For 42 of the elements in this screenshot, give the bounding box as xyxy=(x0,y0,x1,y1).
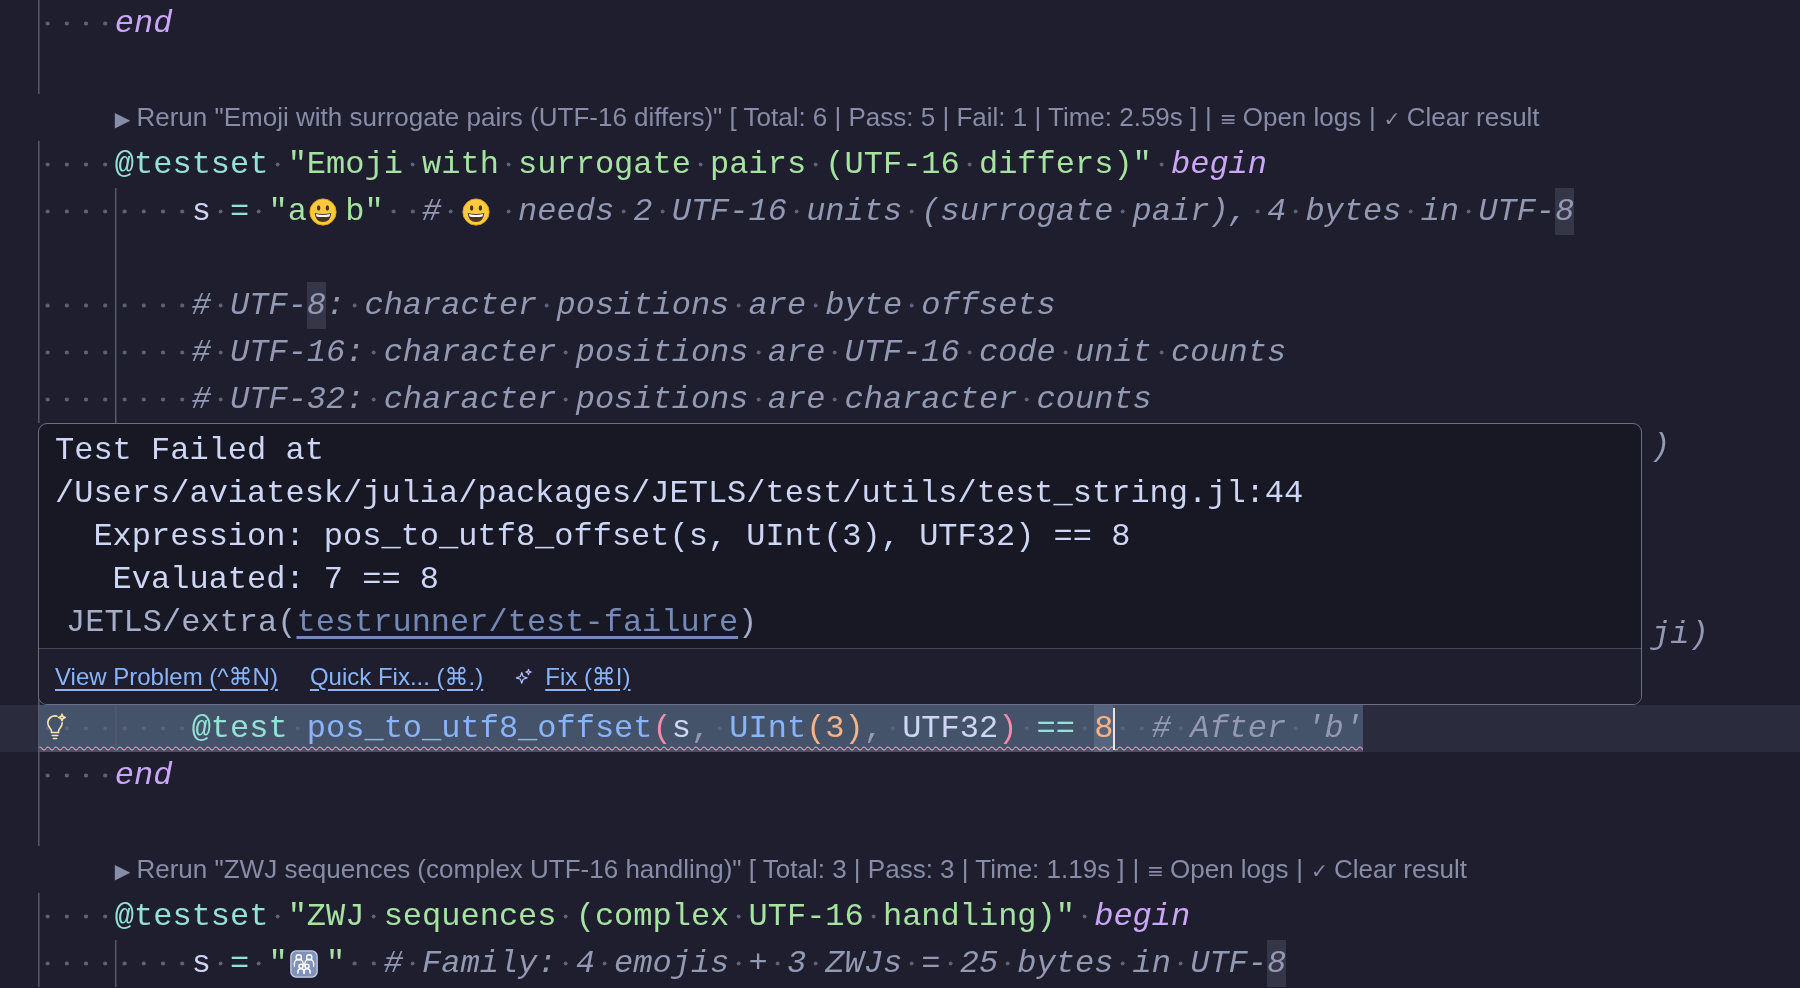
code-line: ) xyxy=(1651,427,1671,467)
codelens-link[interactable]: ≡ Open logs xyxy=(1219,102,1362,133)
match-highlight: 8 xyxy=(306,282,327,329)
codelens-link[interactable]: ≡ Open logs xyxy=(1146,854,1289,885)
codelens-link[interactable]: ✓ Clear result xyxy=(1310,854,1467,885)
action-link[interactable]: Fix (⌘I) xyxy=(515,662,631,691)
code-text: needs 2 UTF-16 units (surrogate pair), 4 bytes in UTF- xyxy=(498,188,1556,235)
diagnostic-source: JETLS/extra(testrunner/test-failure) xyxy=(66,603,758,643)
lens-separator: | xyxy=(1132,854,1140,885)
code-line: end xyxy=(114,756,173,796)
error-message: Test Failed at /Users/aviatesk/julia/packages/JETLS/test/utils/test_string.jl:44 Expression: pos_to_utf8_offset(s, UInt(3), UTF32) == 8 Evaluated: 7 == 8 xyxy=(55,431,1304,600)
action-link[interactable]: View Problem (^⌘N) xyxy=(55,662,278,691)
family-icon xyxy=(289,949,318,978)
codelens-link[interactable]: ▶ Rerun "ZWJ sequences (complex UTF-16 handling)" [ Total: 3 | Pass: 3 | Time: 1.19s ] xyxy=(114,854,1125,885)
match-highlight: 8 xyxy=(1267,940,1287,987)
codelens-link[interactable]: ✓ Clear result xyxy=(1383,102,1540,133)
code-text: @test pos_to_utf8_offset(s, UInt(3), UTF32) == xyxy=(191,705,1095,752)
code-line: # UTF-32: character positions are character counts xyxy=(191,380,1152,420)
rule-link[interactable]: testrunner/test-failure xyxy=(296,604,739,641)
action-link[interactable]: Quick Fix... (⌘.) xyxy=(309,662,484,691)
match-highlight: 8 xyxy=(1555,188,1575,235)
smiley-icon xyxy=(462,197,491,226)
code-line: end xyxy=(114,4,173,44)
smiley-icon xyxy=(308,197,337,226)
code-text: s = "a xyxy=(191,192,307,232)
text-cursor xyxy=(1113,707,1116,750)
match-highlight: 8 xyxy=(1094,705,1114,752)
code-line: @testset "ZWJ sequences (complex UTF-16 handling)" begin xyxy=(114,897,1191,937)
code-text: b" # xyxy=(345,188,461,235)
code-text: : character positions are byte offsets xyxy=(326,286,1056,326)
code-text: " # Family: 4 emojis + 3 ZWJs = 25 bytes in UTF- xyxy=(326,944,1267,984)
code-text: s = " xyxy=(191,944,288,984)
lens-separator: | xyxy=(1369,102,1376,133)
sparkle-icon xyxy=(515,667,534,686)
code-line: @testset "Emoji with surrogate pairs (UTF-16 differs)" begin xyxy=(114,145,1267,185)
code-text: # UTF- xyxy=(191,286,307,326)
codelens-link[interactable]: ▶ Rerun "Emoji with surrogate pairs (UTF-16 differs)" [ Total: 6 | Pass: 5 | Fail: 1 | Time: 2.59s ] xyxy=(114,102,1198,133)
code-line: # UTF-16: character positions are UTF-16 code unit counts xyxy=(191,333,1287,373)
code-line: ji) xyxy=(1651,615,1709,655)
code-text: # After 'b' xyxy=(1113,705,1363,752)
lens-separator: | xyxy=(1205,102,1212,133)
lens-separator: | xyxy=(1296,854,1304,885)
